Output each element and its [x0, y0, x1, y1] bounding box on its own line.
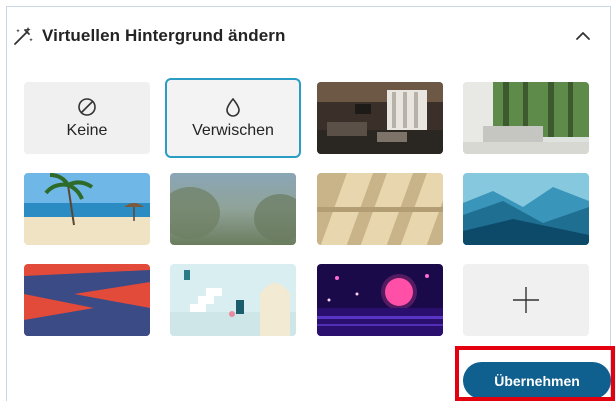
background-thumbnail-sunlit-wall[interactable] [317, 173, 443, 245]
add-background-button[interactable] [463, 264, 589, 336]
panel-title: Virtuellen Hintergrund ändern [42, 26, 286, 45]
drop-icon [226, 97, 240, 117]
background-option-none[interactable]: Keine [24, 82, 150, 154]
chevron-up-icon[interactable] [571, 24, 595, 48]
magic-wand-icon [14, 27, 33, 45]
option-none-label: Keine [66, 122, 108, 139]
background-thumbnail-beach[interactable] [24, 173, 150, 245]
option-blur-label: Verwischen [192, 122, 274, 139]
background-thumbnail-pastel-stairs[interactable] [170, 264, 296, 336]
background-option-blur[interactable]: Verwischen [165, 78, 301, 158]
background-thumbnail-red-blue-abstract[interactable] [24, 264, 150, 336]
plus-icon [513, 287, 539, 313]
background-thumbnail-neon-planet[interactable] [317, 264, 443, 336]
apply-button[interactable]: Übernehmen [463, 362, 611, 399]
panel-header: Virtuellen Hintergrund ändern [12, 22, 285, 50]
background-thumbnail-teal-mountains[interactable] [463, 173, 589, 245]
prohibited-icon [78, 98, 96, 116]
background-thumbnail-forest-room[interactable] [463, 82, 589, 154]
background-thumbnail-blurred-landscape[interactable] [170, 173, 296, 245]
background-thumbnail-living-room[interactable] [317, 82, 443, 154]
